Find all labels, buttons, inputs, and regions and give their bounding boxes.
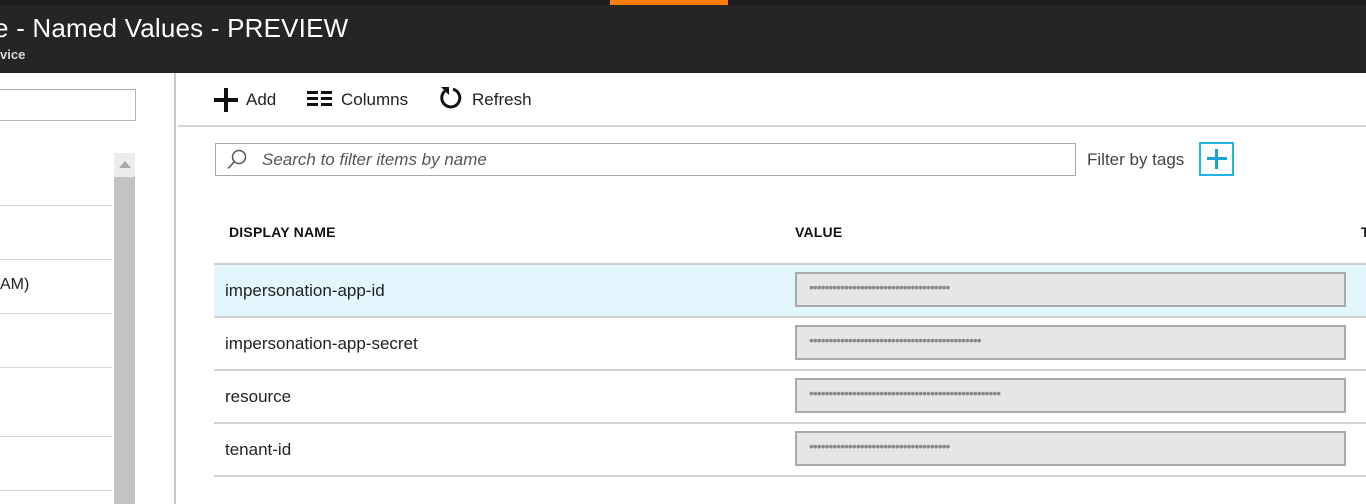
search-icon [226,149,248,171]
column-header-display-name[interactable]: DISPLAY NAME [229,224,336,240]
masked-value: •••••••••••••••••••••••••••••••••••• [809,438,950,454]
row-display-name: tenant-id [225,440,292,459]
row-display-name: resource [225,387,292,406]
refresh-button-label: Refresh [472,90,532,109]
scroll-up-arrow-icon[interactable] [114,153,135,177]
left-nav-item[interactable] [0,368,112,437]
add-button[interactable]: Add [214,87,276,113]
scrollbar-thumb[interactable] [114,177,135,504]
row-display-name: impersonation-app-secret [225,334,418,353]
page-title: e - Named Values - PREVIEW [0,13,349,43]
left-nav-item[interactable]: AM) [0,260,112,314]
left-nav-item[interactable] [0,314,112,368]
row-value-field[interactable]: ••••••••••••••••••••••••••••••••••••••••… [795,378,1346,413]
left-nav-item[interactable] [0,206,112,260]
plus-icon [214,88,238,112]
columns-button-label: Columns [341,90,409,109]
left-blade: AM) [0,73,176,504]
refresh-button[interactable]: Refresh [438,85,532,116]
row-value-field[interactable]: •••••••••••••••••••••••••••••••••••• [795,431,1346,466]
row-value-field[interactable]: •••••••••••••••••••••••••••••••••••• [795,272,1346,307]
column-header-truncated[interactable]: T [1361,224,1366,240]
column-header-value[interactable]: VALUE [795,224,842,240]
left-nav-item[interactable] [0,153,112,206]
masked-value: ••••••••••••••••••••••••••••••••••••••••… [809,332,982,348]
search-input[interactable] [262,147,1062,172]
command-bar: Add Columns Refresh [178,73,1366,127]
columns-icon [307,90,333,111]
filter-search-box [215,143,1076,176]
table-row[interactable]: impersonation-app-id •••••••••••••••••••… [214,265,1366,318]
left-nav-item[interactable] [0,437,112,491]
table-row[interactable]: resource •••••••••••••••••••••••••••••••… [214,371,1366,424]
row-display-name: impersonation-app-id [225,281,385,300]
table-row[interactable]: impersonation-app-secret •••••••••••••••… [214,318,1366,371]
left-nav-item-label: AM) [0,276,30,293]
add-tag-filter-button[interactable] [1199,142,1234,176]
add-button-label: Add [246,90,277,109]
masked-value: •••••••••••••••••••••••••••••••••••• [809,279,950,295]
refresh-icon [438,85,464,116]
left-search-input[interactable] [0,89,136,121]
page-subtitle: vice [0,47,26,62]
masked-value: ••••••••••••••••••••••••••••••••••••••••… [809,385,1001,401]
filter-by-tags-label: Filter by tags [1087,150,1185,169]
blade-header: e - Named Values - PREVIEW vice [0,5,1366,73]
row-value-field[interactable]: ••••••••••••••••••••••••••••••••••••••••… [795,325,1346,360]
columns-button[interactable]: Columns [307,87,408,113]
table-row[interactable]: tenant-id ••••••••••••••••••••••••••••••… [214,424,1366,477]
